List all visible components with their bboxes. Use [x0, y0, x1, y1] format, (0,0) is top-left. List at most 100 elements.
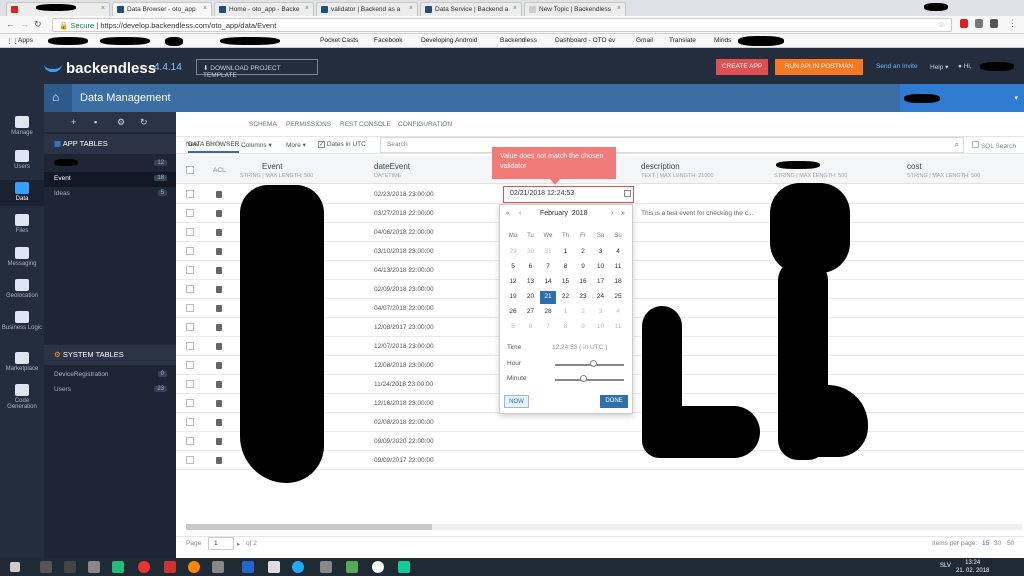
browser-tab[interactable]: validator | Backend as a ×	[316, 2, 418, 16]
row-checkbox[interactable]	[186, 304, 194, 312]
per-page-option[interactable]: 30	[994, 540, 1001, 547]
description-cell[interactable]: This is a test event for checking the c.…	[641, 210, 753, 217]
language-indicator[interactable]: SLV	[940, 563, 951, 569]
calendar-day[interactable]: 22	[558, 291, 574, 304]
lock-icon[interactable]	[216, 248, 222, 255]
close-icon[interactable]: ×	[617, 5, 621, 12]
delete-table-icon[interactable]: ▪	[94, 117, 97, 127]
calendar-day[interactable]: 10	[593, 321, 609, 334]
new-button[interactable]: New	[186, 141, 199, 148]
calendar-day[interactable]: 13	[523, 276, 539, 289]
run-postman-button[interactable]: RUN API IN POSTMAN	[775, 59, 863, 75]
date-cell[interactable]: 04/06/2018 22:00:00	[374, 229, 434, 236]
calendar-day[interactable]: 18	[610, 276, 626, 289]
calendar-day[interactable]: 16	[575, 276, 591, 289]
row-checkbox[interactable]	[186, 418, 194, 426]
forward-icon[interactable]: →	[20, 19, 29, 29]
browser-tab[interactable]: Data Browser - oto_app ×	[112, 2, 212, 16]
lock-icon[interactable]	[216, 343, 222, 350]
calendar-day[interactable]: 10	[593, 261, 609, 274]
row-checkbox[interactable]	[186, 190, 194, 198]
app-icon[interactable]	[212, 561, 224, 573]
date-cell[interactable]: 03/10/2018 23:00:00	[374, 248, 434, 255]
calendar-day[interactable]: 1	[558, 306, 574, 319]
add-table-icon[interactable]: +	[71, 117, 76, 127]
bookmark[interactable]: Pocket Casts	[320, 37, 358, 44]
browser-tab[interactable]: Home - oto_app - Backe ×	[214, 2, 314, 16]
nav-data[interactable]: Data	[0, 180, 44, 206]
browser-tab[interactable]: Data Service | Backend a ×	[420, 2, 522, 16]
row-checkbox[interactable]	[186, 209, 194, 217]
app-icon[interactable]	[164, 561, 176, 573]
lock-icon[interactable]	[216, 400, 222, 407]
calendar-day[interactable]: 9	[575, 321, 591, 334]
date-cell[interactable]: 12/08/2018 23:00:00	[374, 362, 434, 369]
column-description[interactable]: description	[641, 162, 680, 171]
scrollbar-thumb[interactable]	[186, 524, 432, 530]
lock-icon[interactable]	[216, 457, 222, 464]
send-invite-link[interactable]: Send an Invite	[876, 63, 918, 70]
calendar-day[interactable]: 4	[610, 246, 626, 259]
calendar-day[interactable]: 2	[575, 246, 591, 259]
date-cell[interactable]: 02/09/2018 23:00:00	[374, 286, 434, 293]
next-year-icon[interactable]: »	[621, 210, 625, 217]
app-logo[interactable]: backendless	[66, 60, 156, 77]
nav-code-generation[interactable]: Code Generation	[0, 384, 44, 410]
calendar-day[interactable]: 3	[593, 306, 609, 319]
user-menu[interactable]: ● Hi,	[958, 63, 972, 70]
nav-users[interactable]: Users	[0, 150, 44, 170]
close-icon[interactable]: ×	[409, 5, 413, 12]
search-input[interactable]: Search ⌕	[380, 137, 964, 153]
per-page-option[interactable]: 15	[982, 540, 989, 547]
per-page-option[interactable]: 50	[1007, 540, 1014, 547]
dates-utc-checkbox[interactable]: ✓ Dates in UTC	[318, 141, 366, 148]
tab-schema[interactable]: SCHEMA	[249, 121, 277, 128]
calendar-day[interactable]: 27	[523, 306, 539, 319]
nav-manage[interactable]: Manage	[0, 116, 44, 136]
calendar-day[interactable]: 6	[523, 321, 539, 334]
row-checkbox[interactable]	[186, 399, 194, 407]
refresh-icon[interactable]: ↻	[140, 117, 148, 128]
done-button[interactable]: DONE	[600, 395, 628, 408]
nav-files[interactable]: Files	[0, 214, 44, 234]
app-icon[interactable]	[372, 561, 384, 573]
calendar-day[interactable]: 23	[575, 291, 591, 304]
app-icon[interactable]	[112, 561, 124, 573]
back-icon[interactable]: ←	[6, 19, 15, 29]
calendar-day[interactable]: 2	[575, 306, 591, 319]
row-checkbox[interactable]	[186, 456, 194, 464]
app-icon[interactable]	[320, 561, 332, 573]
row-checkbox[interactable]	[186, 342, 194, 350]
extension-icon[interactable]	[990, 19, 998, 28]
lock-icon[interactable]	[216, 324, 222, 331]
lock-icon[interactable]	[216, 286, 222, 293]
calendar-day[interactable]: 3	[593, 246, 609, 259]
lock-icon[interactable]	[216, 305, 222, 312]
calendar-day[interactable]: 8	[558, 261, 574, 274]
calendar-icon[interactable]	[624, 190, 631, 197]
delete-button[interactable]: Delete	[211, 141, 230, 148]
select-all-checkbox[interactable]	[186, 166, 194, 174]
calendar-day[interactable]: 31	[540, 246, 556, 259]
calendar-day[interactable]: 11	[610, 321, 626, 334]
extension-icon[interactable]	[975, 19, 983, 28]
tab-configuration[interactable]: CONFIGURATION	[398, 121, 452, 128]
bookmark[interactable]: Translate	[669, 37, 696, 44]
close-icon[interactable]: ×	[305, 5, 309, 12]
row-checkbox[interactable]	[186, 437, 194, 445]
settings-icon[interactable]: ⚙	[117, 117, 125, 128]
date-input[interactable]: 02/21/2018 12:24:53	[503, 186, 634, 203]
app-icon[interactable]	[398, 561, 410, 573]
system-clock[interactable]: 13:24 21. 02. 2018	[956, 559, 989, 575]
date-cell[interactable]: 11/24/2018 23:00:00	[374, 381, 433, 388]
table-item-deviceregistration[interactable]: DeviceRegistration 0	[44, 368, 176, 383]
row-checkbox[interactable]	[186, 247, 194, 255]
calendar-day[interactable]: 14	[540, 276, 556, 289]
extension-icon[interactable]	[960, 19, 968, 28]
calendar-day[interactable]: 1	[558, 246, 574, 259]
browser-tab[interactable]: New Topic | Backendless ×	[524, 2, 626, 16]
lock-icon[interactable]	[216, 362, 222, 369]
lock-icon[interactable]	[216, 210, 222, 217]
calendar-day[interactable]: 9	[575, 261, 591, 274]
star-icon[interactable]: ☆	[938, 20, 945, 29]
